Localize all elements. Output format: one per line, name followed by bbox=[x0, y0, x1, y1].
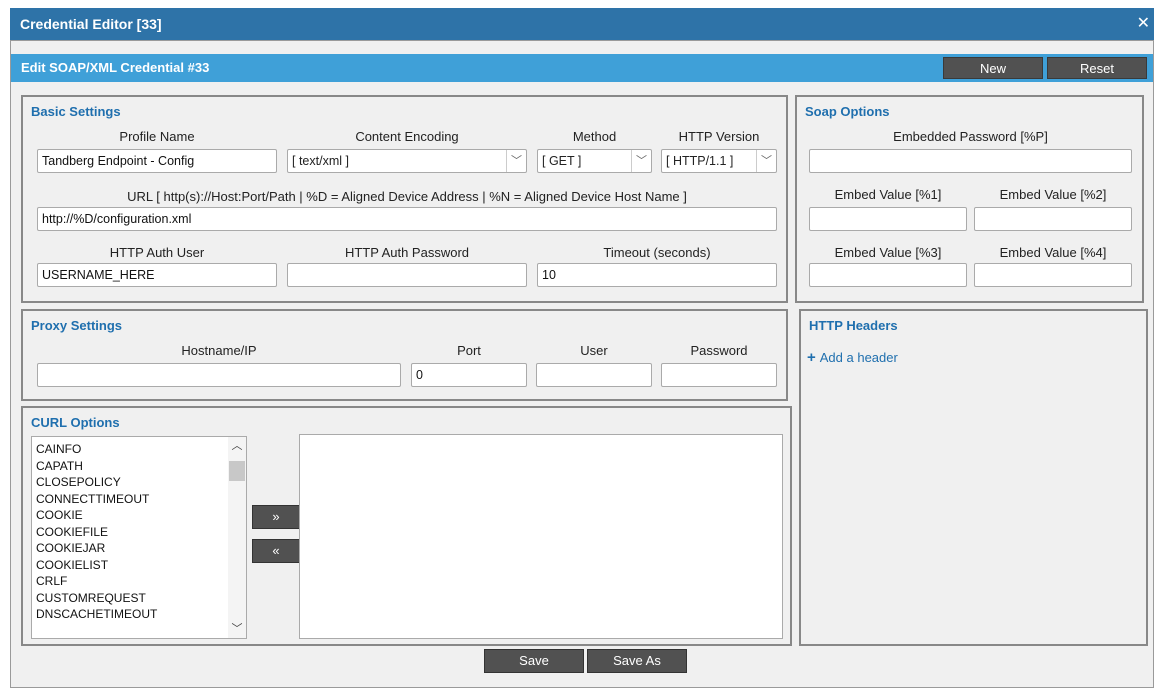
embedded-password-label: Embedded Password [%P] bbox=[893, 129, 1048, 144]
hostname-input[interactable] bbox=[37, 363, 401, 387]
http-auth-password-input[interactable] bbox=[287, 263, 527, 287]
port-label: Port bbox=[457, 343, 481, 358]
http-auth-user-label: HTTP Auth User bbox=[109, 245, 205, 260]
basic-settings-title: Basic Settings bbox=[31, 104, 121, 119]
http-headers-title: HTTP Headers bbox=[809, 318, 898, 333]
content-encoding-value: [ text/xml ] bbox=[292, 154, 349, 168]
add-header-link[interactable]: + Add a header bbox=[807, 349, 898, 366]
content-encoding-label: Content Encoding bbox=[355, 129, 459, 144]
curl-options-list[interactable]: CAINFO CAPATH CLOSEPOLICY CONNECTTIMEOUT COO… bbox=[31, 436, 247, 639]
curl-list-scrollbar[interactable]: ︿ ﹀ bbox=[228, 437, 246, 638]
list-item[interactable]: CAPATH bbox=[32, 458, 246, 475]
list-item[interactable]: COOKIEJAR bbox=[32, 540, 246, 557]
editor-header-bar: Edit SOAP/XML Credential #33 New Reset bbox=[11, 54, 1153, 82]
list-item[interactable]: CLOSEPOLICY bbox=[32, 474, 246, 491]
http-auth-user-input[interactable] bbox=[37, 263, 277, 287]
save-button[interactable]: Save bbox=[484, 649, 584, 673]
embed-value-4-label: Embed Value [%4] bbox=[999, 245, 1107, 260]
proxy-user-label: User bbox=[580, 343, 608, 358]
proxy-password-input[interactable] bbox=[661, 363, 777, 387]
http-version-label: HTTP Version bbox=[678, 129, 760, 144]
chevron-down-icon: ﹀ bbox=[631, 150, 651, 172]
http-headers-panel: HTTP Headers + Add a header bbox=[799, 309, 1148, 646]
proxy-user-input[interactable] bbox=[536, 363, 652, 387]
http-version-value: [ HTTP/1.1 ] bbox=[666, 154, 734, 168]
chevron-down-icon: ﹀ bbox=[756, 150, 776, 172]
soap-options-panel: Soap Options Embedded Password [%P] Embe… bbox=[795, 95, 1144, 303]
hostname-label: Hostname/IP bbox=[181, 343, 257, 358]
timeout-label: Timeout (seconds) bbox=[603, 245, 711, 260]
chevron-down-icon[interactable]: ﹀ bbox=[228, 620, 246, 638]
curl-options-panel: CURL Options CAINFO CAPATH CLOSEPOLICY CONN… bbox=[21, 406, 792, 646]
add-option-button[interactable]: » bbox=[252, 505, 300, 529]
list-item[interactable]: COOKIELIST bbox=[32, 557, 246, 574]
selected-curl-options-list[interactable] bbox=[299, 434, 783, 639]
embed-value-3-label: Embed Value [%3] bbox=[834, 245, 942, 260]
curl-options-title: CURL Options bbox=[31, 415, 120, 430]
basic-settings-panel: Basic Settings Profile Name Content Enco… bbox=[21, 95, 788, 303]
embed-value-2-input[interactable] bbox=[974, 207, 1132, 231]
soap-options-title: Soap Options bbox=[805, 104, 890, 119]
http-auth-password-label: HTTP Auth Password bbox=[344, 245, 470, 260]
list-item[interactable]: CONNECTTIMEOUT bbox=[32, 491, 246, 508]
proxy-settings-panel: Proxy Settings Hostname/IP Port User Pas… bbox=[21, 309, 788, 401]
plus-icon: + bbox=[807, 349, 816, 366]
credential-editor-dialog: Edit SOAP/XML Credential #33 New Reset B… bbox=[10, 40, 1154, 688]
port-input[interactable] bbox=[411, 363, 527, 387]
new-button[interactable]: New bbox=[943, 57, 1043, 79]
embed-value-4-input[interactable] bbox=[974, 263, 1132, 287]
proxy-settings-title: Proxy Settings bbox=[31, 318, 123, 333]
list-item[interactable]: CRLF bbox=[32, 573, 246, 590]
reset-button[interactable]: Reset bbox=[1047, 57, 1147, 79]
proxy-password-label: Password bbox=[690, 343, 748, 358]
list-item[interactable]: COOKIEFILE bbox=[32, 524, 246, 541]
list-item[interactable]: CUSTOMREQUEST bbox=[32, 590, 246, 607]
list-item[interactable]: CAINFO bbox=[32, 441, 246, 458]
remove-option-button[interactable]: « bbox=[252, 539, 300, 563]
chevron-up-icon[interactable]: ︿ bbox=[228, 437, 246, 455]
timeout-input[interactable] bbox=[537, 263, 777, 287]
add-header-label: Add a header bbox=[819, 350, 898, 365]
embed-value-1-label: Embed Value [%1] bbox=[834, 187, 942, 202]
embed-value-1-input[interactable] bbox=[809, 207, 967, 231]
embed-value-3-input[interactable] bbox=[809, 263, 967, 287]
method-label: Method bbox=[572, 129, 617, 144]
profile-name-input[interactable] bbox=[37, 149, 277, 173]
save-as-button[interactable]: Save As bbox=[587, 649, 687, 673]
url-label: URL [ http(s)://Host:Port/Path | %D = Al… bbox=[127, 189, 687, 204]
profile-name-label: Profile Name bbox=[119, 129, 195, 144]
window-title-bar: Credential Editor [33] ✕ bbox=[10, 8, 1154, 40]
editor-heading: Edit SOAP/XML Credential #33 bbox=[21, 60, 210, 75]
method-select[interactable]: [ GET ] ﹀ bbox=[537, 149, 652, 173]
url-input[interactable] bbox=[37, 207, 777, 231]
window-title: Credential Editor [33] bbox=[20, 16, 162, 32]
scrollbar-thumb[interactable] bbox=[229, 461, 245, 481]
list-item[interactable]: COOKIE bbox=[32, 507, 246, 524]
embed-value-2-label: Embed Value [%2] bbox=[999, 187, 1107, 202]
list-item[interactable]: DNSCACHETIMEOUT bbox=[32, 606, 246, 623]
method-value: [ GET ] bbox=[542, 154, 582, 168]
content-encoding-select[interactable]: [ text/xml ] ﹀ bbox=[287, 149, 527, 173]
embedded-password-input[interactable] bbox=[809, 149, 1132, 173]
http-version-select[interactable]: [ HTTP/1.1 ] ﹀ bbox=[661, 149, 777, 173]
chevron-down-icon: ﹀ bbox=[506, 150, 526, 172]
close-icon[interactable]: ✕ bbox=[1137, 8, 1150, 40]
